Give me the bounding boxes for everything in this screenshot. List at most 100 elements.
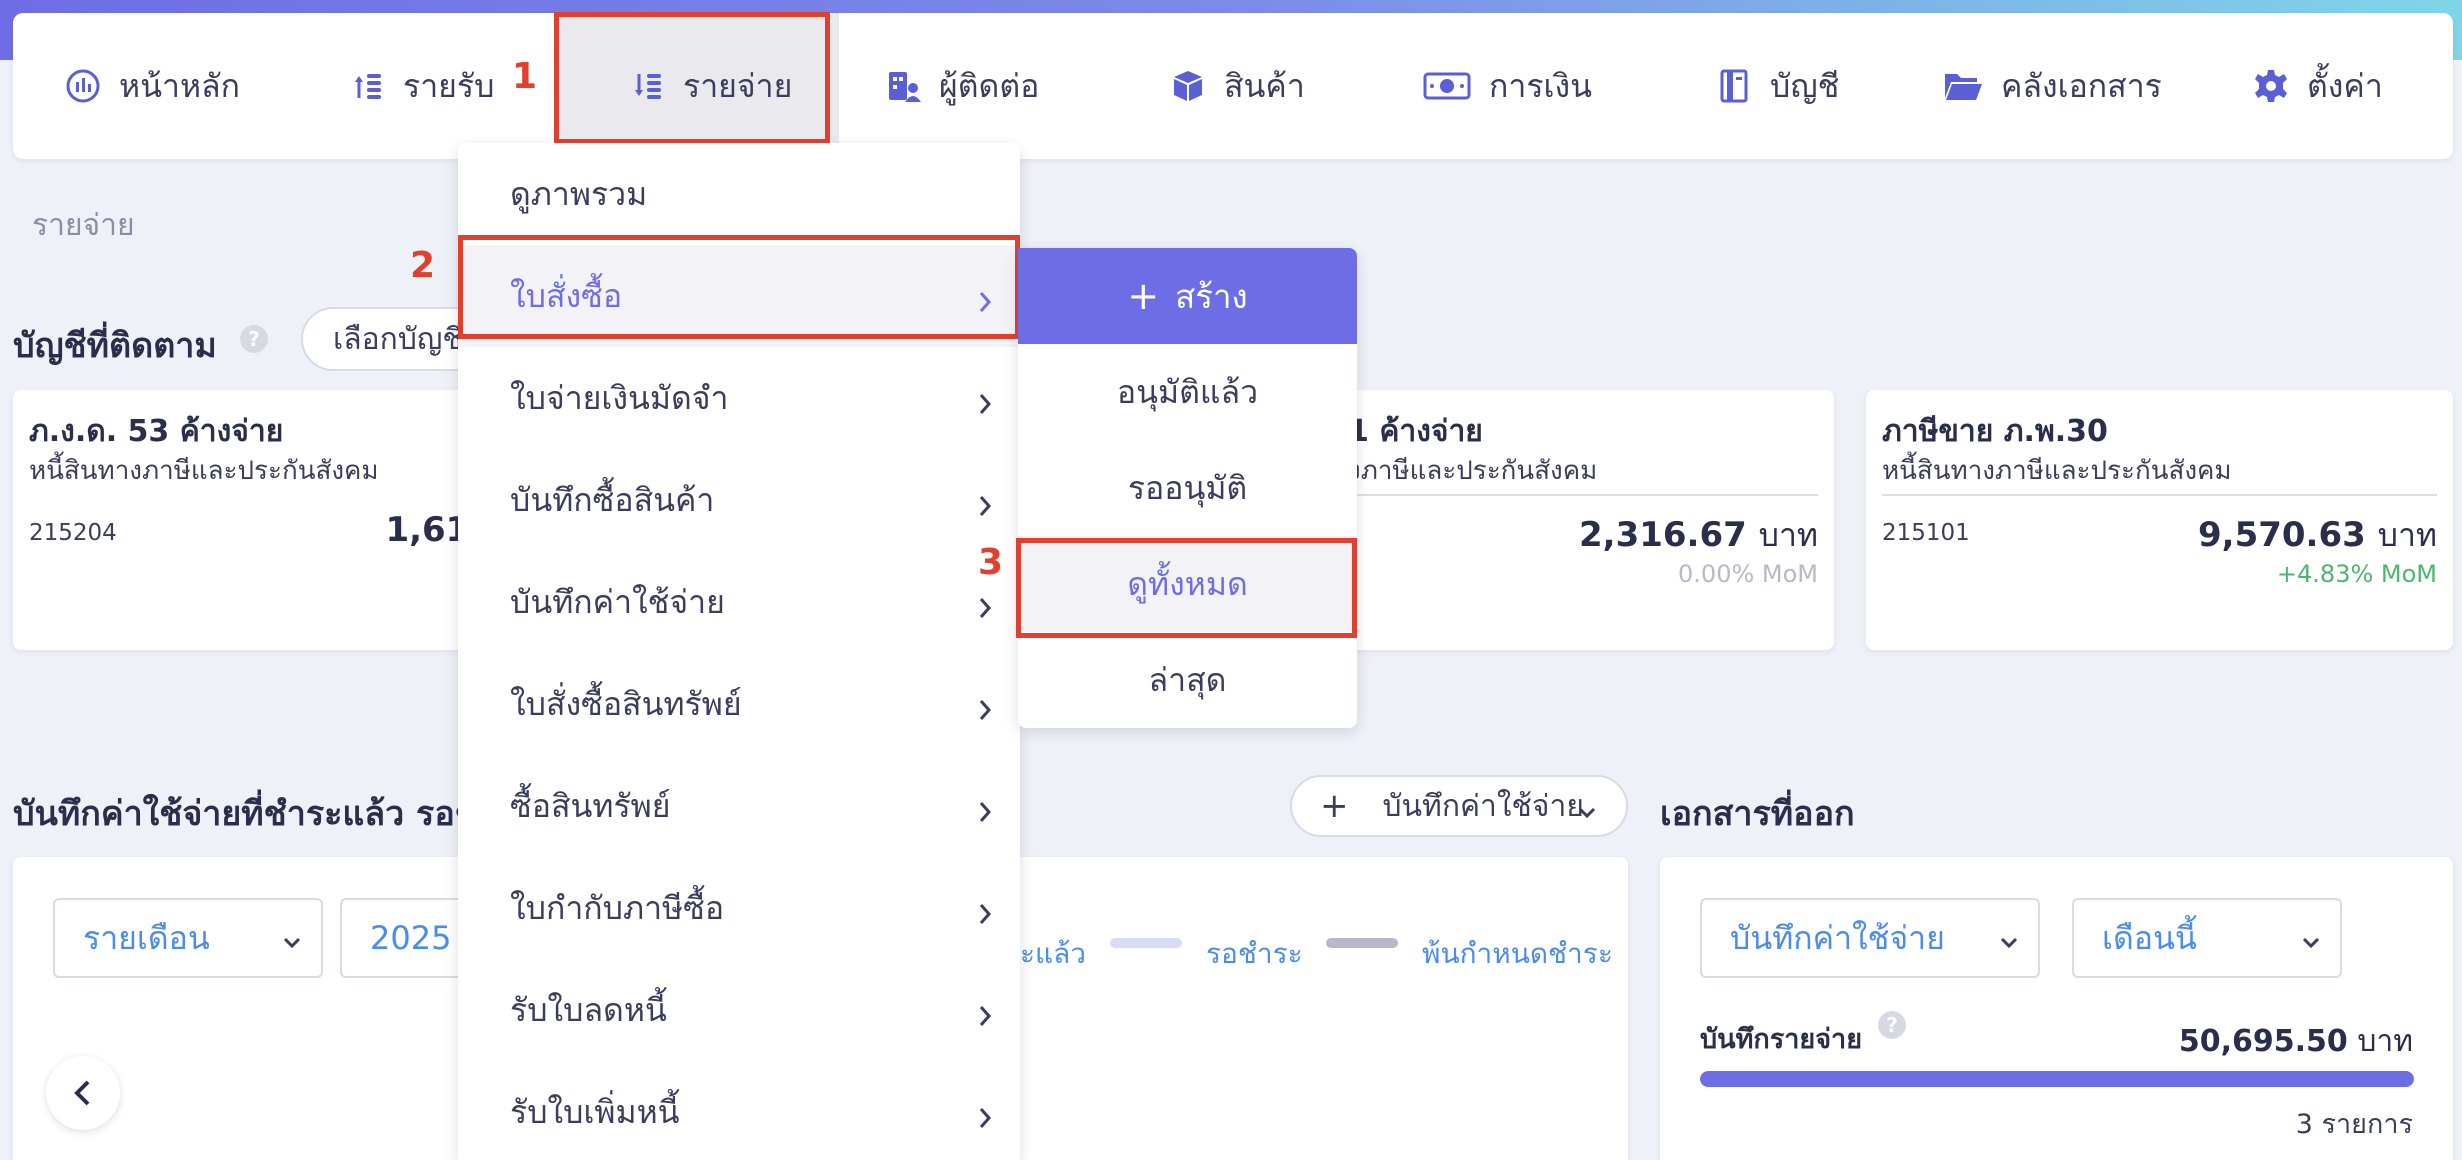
step-1-number: 1 xyxy=(512,56,538,97)
period-select-value: รายเดือน xyxy=(83,918,210,957)
menu-item-debit-note[interactable]: รับใบเพิ่มหนี้ xyxy=(458,1061,1020,1160)
purchase-order-submenu: + สร้าง อนุมัติแล้ว รออนุมัติ ดูทั้งหมด … xyxy=(1018,248,1357,728)
account-amount: 9,570.63 บาท xyxy=(2198,515,2437,555)
legend-pending: รอชำระ xyxy=(1206,937,1303,970)
nav-item-label: คลังเอกสาร xyxy=(2001,66,2162,105)
account-card-title: ภาษีขาย ภ.พ.30 xyxy=(1882,414,2108,449)
nav-item-income[interactable]: รายรับ xyxy=(349,13,494,159)
documents-section-title: เอกสารที่ออก xyxy=(1660,794,1855,834)
step-2-highlight xyxy=(458,235,1020,339)
document-type-value: บันทึกค่าใช้จ่าย xyxy=(1730,918,1945,957)
folder-icon xyxy=(1945,74,1982,100)
nav-item-home[interactable]: หน้าหลัก xyxy=(65,13,240,159)
expense-progress-bar xyxy=(1700,1071,2414,1087)
menu-item-purchase-tax-invoice[interactable]: ใบกำกับภาษีซื้อ xyxy=(458,857,1020,959)
help-icon[interactable]: ? xyxy=(240,325,268,353)
contacts-icon xyxy=(889,72,921,102)
account-amount: 2,316.67 บาท xyxy=(1579,515,1818,555)
nav-item-contacts[interactable]: ผู้ติดต่อ xyxy=(885,13,1039,159)
menu-item-purchase-record[interactable]: บันทึกซื้อสินค้า xyxy=(458,449,1020,551)
nav-item-accounts[interactable]: บัญชี xyxy=(1716,13,1839,159)
nav-item-label: ตั้งค่า xyxy=(2307,66,2383,105)
dashboard-icon xyxy=(66,69,100,103)
divider xyxy=(1348,494,1818,496)
account-card[interactable]: ภ.ง.ด. 53 ค้างจ่าย หนี้สินทางภาษีและประก… xyxy=(13,390,493,650)
chevron-right-icon xyxy=(978,488,992,516)
expenses-section-title: บันทึกค่าใช้จ่ายที่ชำระแล้ว รอชำ xyxy=(13,794,497,834)
account-card-subtitle: งภาษีและประกันสังคม xyxy=(1348,456,1598,486)
legend-overdue: พ้นกำหนดชำระ xyxy=(1422,937,1613,970)
expense-record-label: บันทึกรายจ่าย xyxy=(1700,1024,1863,1055)
submenu-item-approved[interactable]: อนุมัติแล้ว xyxy=(1018,344,1357,440)
menu-item-asset-purchase-order[interactable]: ใบสั่งซื้อสินทรัพย์ xyxy=(458,653,1020,755)
create-label: สร้าง xyxy=(1175,276,1248,316)
step-3-highlight xyxy=(1016,538,1357,638)
step-1-highlight xyxy=(554,12,830,144)
chevron-right-icon xyxy=(978,386,992,414)
account-card[interactable]: ภาษีขาย ภ.พ.30 หนี้สินทางภาษีและประกันสั… xyxy=(1866,390,2453,650)
money-icon xyxy=(1423,72,1471,100)
nav-item-products[interactable]: สินค้า xyxy=(1170,13,1305,159)
add-expense-button[interactable]: + บันทึกค่าใช้จ่าย xyxy=(1290,775,1628,837)
nav-item-settings[interactable]: ตั้งค่า xyxy=(2253,13,2383,159)
legend-swatch-pending xyxy=(1110,938,1182,948)
chevron-right-icon xyxy=(978,998,992,1026)
chevron-right-icon xyxy=(978,896,992,924)
expense-record-amount: 50,695.50 บาท xyxy=(2178,1024,2413,1059)
account-mom: 0.00% MoM xyxy=(1678,560,1818,588)
chevron-right-icon xyxy=(978,590,992,618)
expense-record-count: 3 รายการ xyxy=(2295,1109,2413,1140)
account-card[interactable]: 1 ค้างจ่าย งภาษีและประกันสังคม 2,316.67 … xyxy=(1280,390,1834,650)
legend-swatch-overdue xyxy=(1326,938,1398,948)
menu-item-credit-note[interactable]: รับใบลดหนี้ xyxy=(458,959,1020,1061)
account-mom: +4.83% MoM xyxy=(2276,560,2437,588)
chevron-down-icon xyxy=(281,924,303,949)
nav-item-label: การเงิน xyxy=(1489,66,1592,105)
chevron-right-icon xyxy=(978,692,992,720)
account-card-subtitle: หนี้สินทางภาษีและประกันสังคม xyxy=(1882,456,2232,486)
chevron-right-icon xyxy=(978,794,992,822)
account-code: 215204 xyxy=(29,520,117,546)
document-period-value: เดือนนี้ xyxy=(2102,918,2197,957)
nav-item-documents[interactable]: คลังเอกสาร xyxy=(1943,13,2162,159)
legend-paid: ะแล้ว xyxy=(1020,937,1086,970)
nav-item-label: หน้าหลัก xyxy=(119,66,241,105)
box-icon xyxy=(1174,71,1202,101)
add-expense-label: บันทึกค่าใช้จ่าย xyxy=(1382,788,1584,824)
back-button[interactable] xyxy=(46,1056,120,1130)
nav-item-label: ผู้ติดต่อ xyxy=(939,66,1040,105)
period-select[interactable]: รายเดือน xyxy=(53,898,323,978)
menu-item-asset-purchase[interactable]: ซื้อสินทรัพย์ xyxy=(458,755,1020,857)
document-type-select[interactable]: บันทึกค่าใช้จ่าย xyxy=(1700,898,2040,978)
nav-item-label: รายรับ xyxy=(403,66,495,105)
select-account-label: เลือกบัญชี xyxy=(333,321,463,357)
create-button[interactable]: + สร้าง xyxy=(1018,248,1357,344)
account-card-subtitle: หนี้สินทางภาษีและประกันสังคม xyxy=(29,456,379,486)
step-3-number: 3 xyxy=(978,542,1004,583)
account-card-title: 1 ค้างจ่าย xyxy=(1348,414,1483,449)
plus-icon: + xyxy=(1127,274,1160,318)
year-select-value: 2025 xyxy=(370,919,452,957)
menu-item-deposit-payment[interactable]: ใบจ่ายเงินมัดจำ xyxy=(458,347,1020,449)
account-code: 215101 xyxy=(1882,520,1970,546)
help-icon[interactable]: ? xyxy=(1878,1011,1906,1039)
step-2-number: 2 xyxy=(410,245,436,286)
watched-accounts-title: บัญชีที่ติดตาม xyxy=(13,326,217,366)
submenu-item-pending-approval[interactable]: รออนุมัติ xyxy=(1018,440,1357,536)
expense-progress-fill xyxy=(1700,1071,2414,1087)
plus-icon: + xyxy=(1320,786,1349,826)
menu-item-expense-record[interactable]: บันทึกค่าใช้จ่าย xyxy=(458,551,1020,653)
chevron-down-icon xyxy=(1576,797,1598,832)
document-period-select[interactable]: เดือนนี้ xyxy=(2072,898,2342,978)
chevron-down-icon xyxy=(1998,924,2020,949)
nav-item-finance[interactable]: การเงิน xyxy=(1423,13,1592,159)
nav-item-label: สินค้า xyxy=(1224,66,1305,105)
gear-icon xyxy=(2255,70,2287,102)
account-card-title: ภ.ง.ด. 53 ค้างจ่าย xyxy=(29,414,284,449)
divider xyxy=(1882,494,2437,496)
ledger-icon xyxy=(1720,69,1748,103)
submenu-item-latest[interactable]: ล่าสุด xyxy=(1018,632,1357,728)
menu-item-overview[interactable]: ดูภาพรวม xyxy=(458,143,1020,245)
nav-item-label: บัญชี xyxy=(1770,66,1840,105)
income-icon xyxy=(355,74,381,99)
